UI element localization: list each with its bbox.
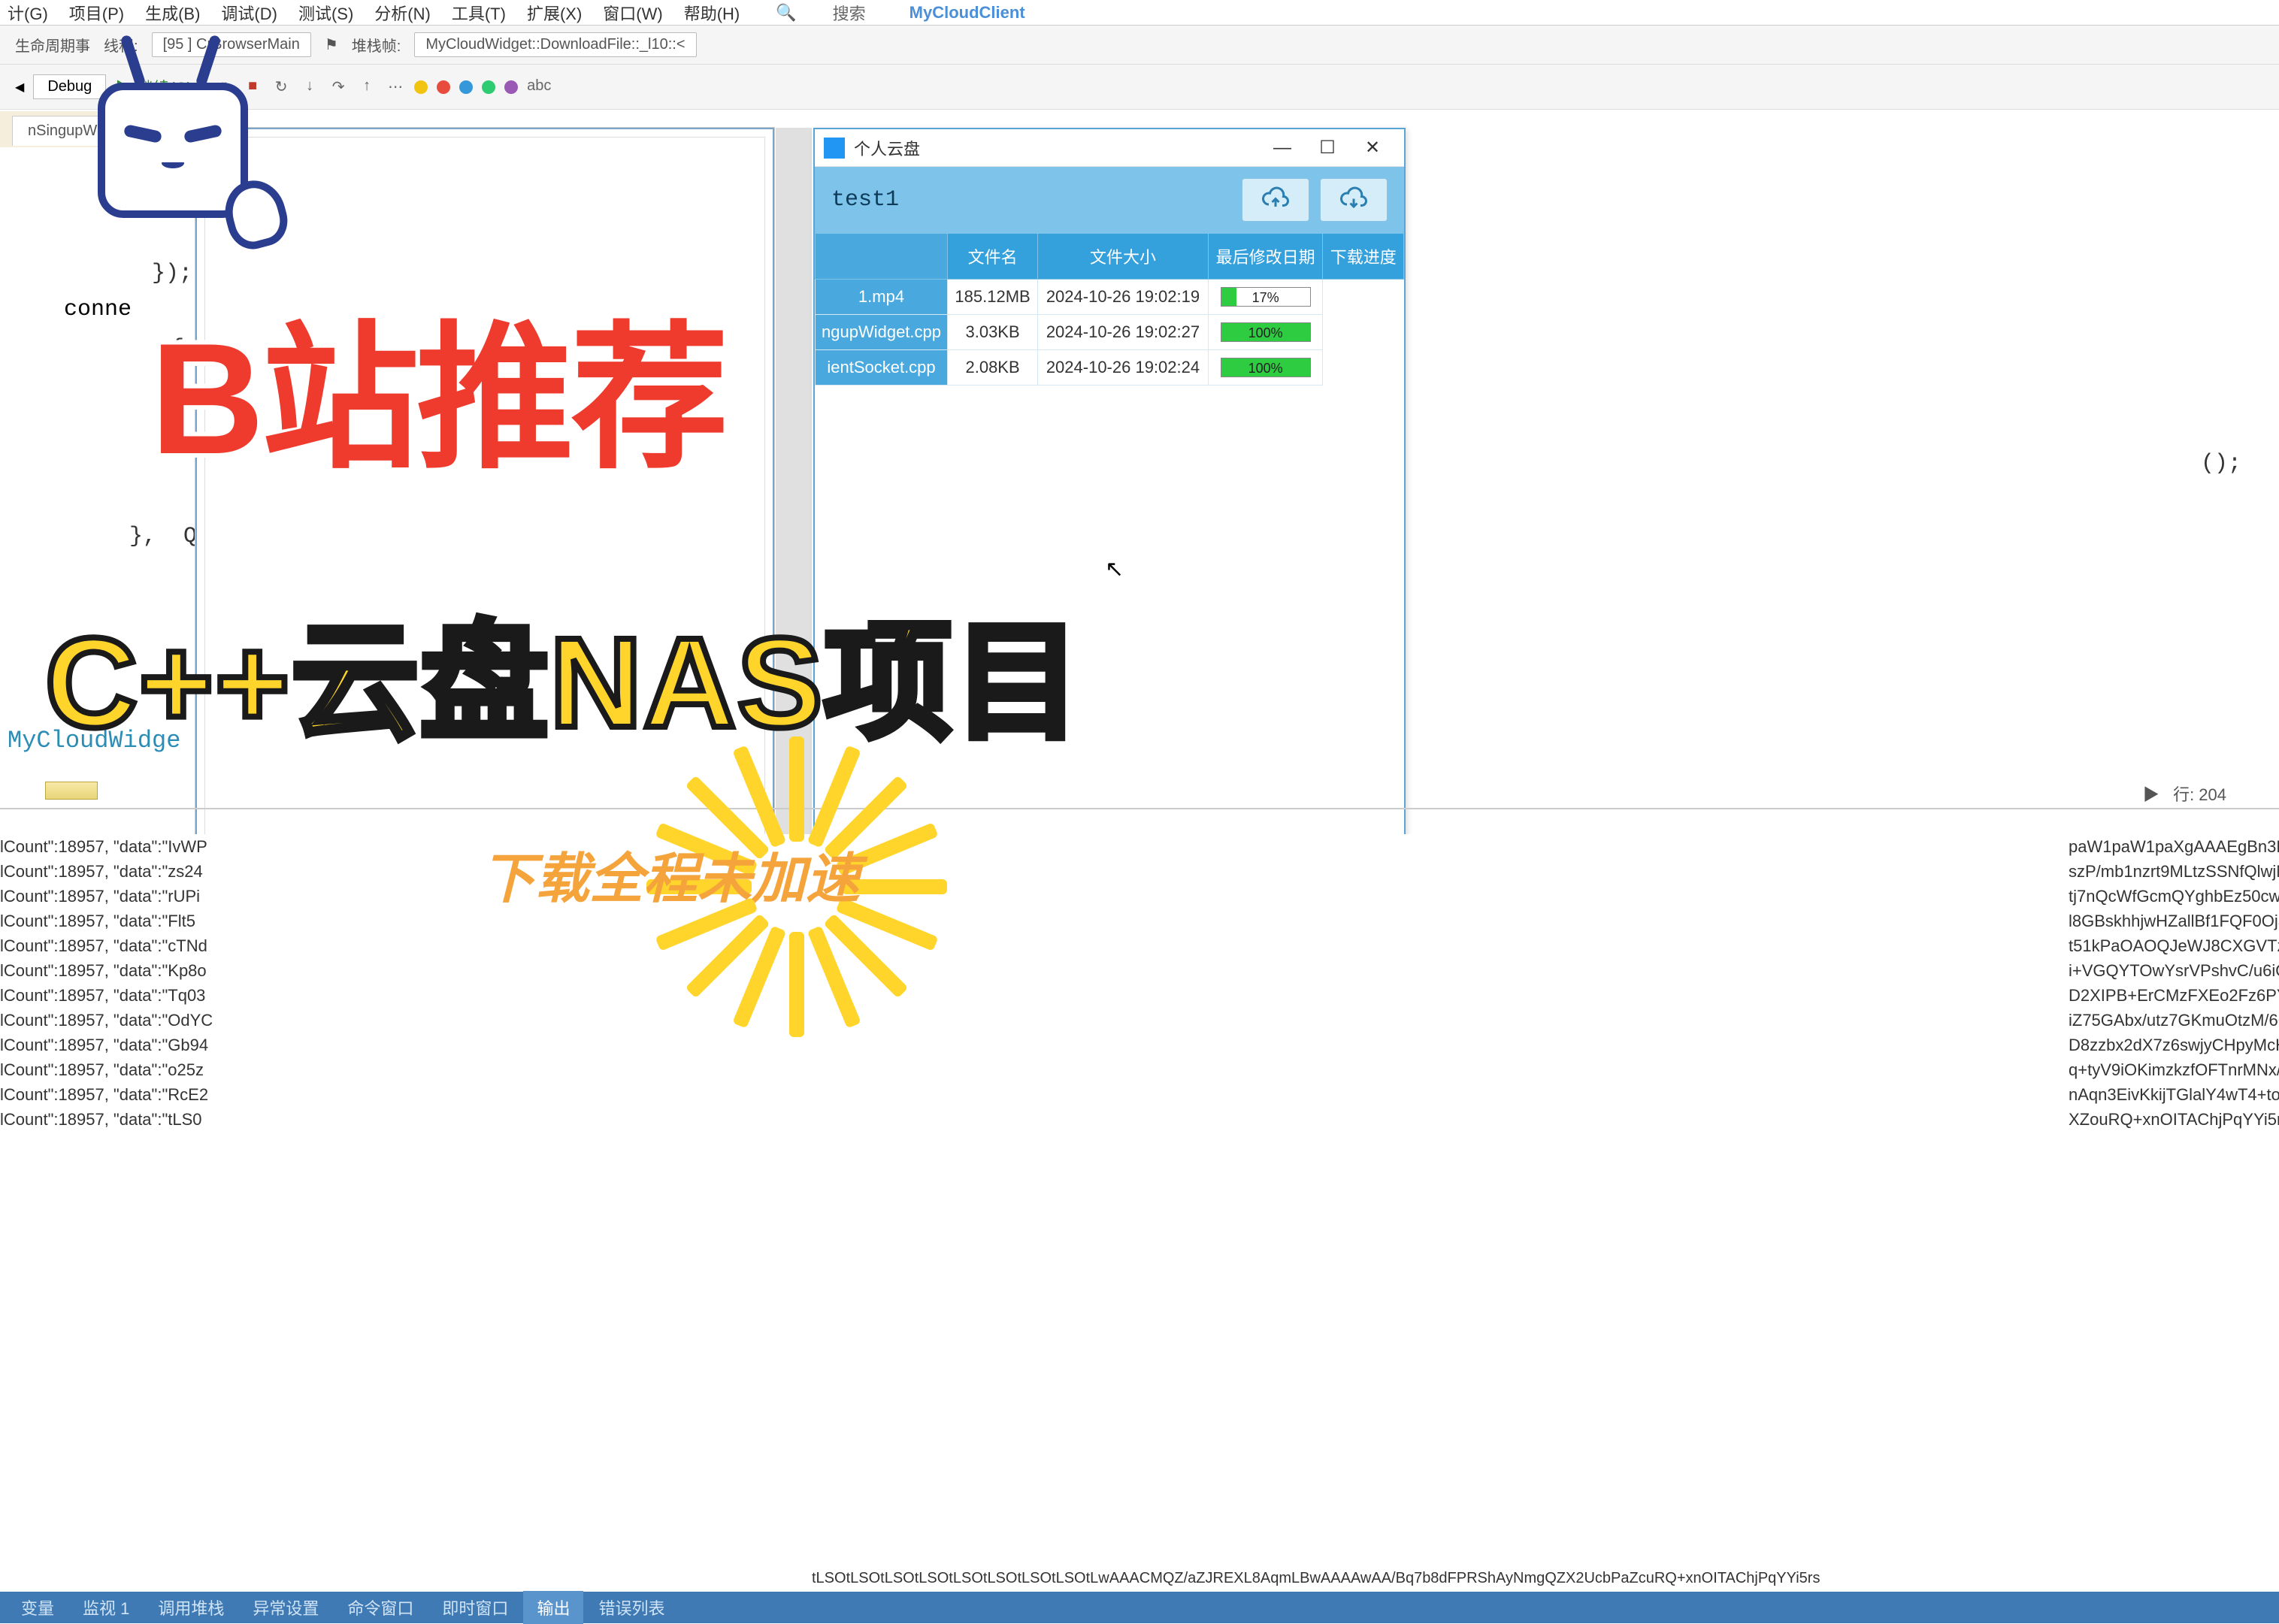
color-swatch-blue[interactable] — [459, 80, 473, 94]
download-button[interactable] — [1320, 178, 1388, 222]
col-progress[interactable]: 下载进度 — [1323, 234, 1404, 280]
cloud-upload-icon — [1262, 186, 1289, 213]
vs-toolbar-main: ◀ Debug ▶ 继续(C) ▾ ⏸ ■ ↻ ↓ ↷ ↑ ⋯ abc — [0, 65, 2279, 110]
step-into-icon[interactable]: ↓ — [300, 77, 319, 97]
app-title: MyCloudClient — [909, 3, 1025, 23]
search-icon[interactable]: 🔍 — [776, 3, 796, 23]
output-text-right: paW1paW1paXgAAAEgBn3FpEv8Aqp2N szP/mb1nz… — [2069, 834, 2279, 1592]
cell-size: 185.12MB — [948, 280, 1038, 315]
cloud-username: test1 — [831, 187, 1231, 213]
cloud-file-table: 文件名 文件大小 最后修改日期 下载进度 1.mp4 185.12MB 2024… — [815, 233, 1404, 386]
code-text: (); — [2201, 451, 2241, 476]
cloud-titlebar[interactable]: 个人云盘 — ☐ ✕ — [815, 129, 1404, 167]
cloud-download-icon — [1340, 186, 1367, 213]
stackframe-combo[interactable]: MyCloudWidget::DownloadFile::_l10::< — [414, 32, 696, 57]
cell-size: 2.08KB — [948, 350, 1038, 386]
step-over-icon[interactable]: ↷ — [328, 77, 348, 97]
back-icon[interactable]: ◀ — [15, 80, 24, 95]
code-text: conne — [64, 292, 132, 328]
cell-date: 2024-10-26 19:02:27 — [1038, 315, 1209, 350]
search-placeholder[interactable]: 搜索 — [833, 1, 866, 25]
cell-progress: 17% — [1208, 280, 1323, 315]
scroll-indicator — [45, 782, 98, 800]
cell-filename: ientSocket.cpp — [816, 350, 948, 386]
col-modified[interactable]: 最后修改日期 — [1208, 234, 1323, 280]
cloud-app-title: 个人云盘 — [854, 136, 1260, 160]
menu-item[interactable]: 计(G) — [8, 1, 48, 25]
bottom-tab[interactable]: 命令窗口 — [334, 1591, 427, 1624]
bottom-tab[interactable]: 输出 — [523, 1591, 583, 1624]
maximize-button[interactable]: ☐ — [1305, 137, 1350, 159]
table-row[interactable]: ientSocket.cpp 2.08KB 2024-10-26 19:02:2… — [816, 350, 1404, 386]
mouse-cursor-icon: ↖ — [1105, 556, 1124, 582]
menu-item[interactable]: 工具(T) — [452, 1, 506, 25]
bilibili-mascot-icon — [83, 30, 286, 256]
cell-progress: 100% — [1208, 315, 1323, 350]
cell-progress: 100% — [1208, 350, 1323, 386]
cell-filename: ngupWidget.cpp — [816, 315, 948, 350]
menu-item[interactable]: 生成(B) — [145, 1, 200, 25]
status-line: ▶ 行: 204 — [2143, 782, 2226, 806]
upload-button[interactable] — [1242, 178, 1309, 222]
vs-toolbar-debug: 生命周期事 线程: [95 ] CrBrowserMain ⚑ 堆栈帧: MyC… — [0, 26, 2279, 65]
col-checkbox[interactable] — [816, 234, 948, 280]
step-out-icon[interactable]: ↑ — [357, 77, 377, 97]
col-filename[interactable]: 文件名 — [948, 234, 1038, 280]
lifecycle-label: 生命周期事 — [15, 34, 90, 56]
menu-item[interactable]: 分析(N) — [374, 1, 431, 25]
color-swatch-red[interactable] — [437, 80, 450, 94]
color-swatch-yellow[interactable] — [414, 80, 428, 94]
flag-icon[interactable]: ⚑ — [325, 35, 338, 54]
menu-item[interactable]: 扩展(X) — [527, 1, 582, 25]
table-row[interactable]: ngupWidget.cpp 3.03KB 2024-10-26 19:02:2… — [816, 315, 1404, 350]
menu-item[interactable]: 测试(S) — [298, 1, 353, 25]
bottom-tab[interactable]: 即时窗口 — [428, 1591, 522, 1624]
bottom-tab[interactable]: 错误列表 — [585, 1591, 678, 1624]
bottom-tab[interactable]: 变量 — [8, 1591, 68, 1624]
menu-item[interactable]: 帮助(H) — [684, 1, 740, 25]
stackframe-label: 堆栈帧: — [352, 34, 401, 56]
bottom-tab-strip: 变量监视 1调用堆栈异常设置命令窗口即时窗口输出错误列表 — [0, 1592, 2279, 1623]
overlay-subtitle: 下载全程未加速 — [481, 834, 860, 913]
cloud-toolbar: test1 — [815, 167, 1404, 233]
bottom-tab[interactable]: 异常设置 — [239, 1591, 332, 1624]
output-text-bottom: tLSOtLSOtLSOtLSOtLSOtLSOtLSOtLSOtLwAAACM… — [812, 1570, 2279, 1587]
code-text: }, Qt — [75, 519, 210, 555]
menu-item[interactable]: 窗口(W) — [603, 1, 662, 25]
panel-divider[interactable] — [0, 808, 2279, 809]
close-button[interactable]: ✕ — [1350, 137, 1395, 159]
overlay-title-red: B站推荐 — [150, 271, 726, 499]
cloud-app-icon — [824, 138, 845, 159]
bottom-tab[interactable]: 调用堆栈 — [144, 1591, 238, 1624]
toolbar-icon[interactable]: ⋯ — [386, 77, 405, 97]
table-row[interactable]: 1.mp4 185.12MB 2024-10-26 19:02:19 17% — [816, 280, 1404, 315]
cell-date: 2024-10-26 19:02:24 — [1038, 350, 1209, 386]
output-panel[interactable]: lCount":18957, "data":"IvWP lCount":1895… — [0, 834, 2279, 1592]
minimize-button[interactable]: — — [1260, 138, 1305, 159]
menu-item[interactable]: 项目(P) — [69, 1, 124, 25]
color-swatch-green[interactable] — [482, 80, 495, 94]
overlay-title-yellow: C++云盘NAS项目 — [45, 579, 1082, 764]
menu-item[interactable]: 调试(D) — [221, 1, 277, 25]
output-text-left: lCount":18957, "data":"IvWP lCount":1895… — [0, 834, 188, 1592]
cell-date: 2024-10-26 19:02:19 — [1038, 280, 1209, 315]
toolbar-icon[interactable]: abc — [527, 77, 546, 97]
color-swatch-purple[interactable] — [504, 80, 518, 94]
col-filesize[interactable]: 文件大小 — [1038, 234, 1209, 280]
bottom-tab[interactable]: 监视 1 — [69, 1591, 143, 1624]
cell-size: 3.03KB — [948, 315, 1038, 350]
cell-filename: 1.mp4 — [816, 280, 948, 315]
vs-menu-bar: 计(G) 项目(P) 生成(B) 调试(D) 测试(S) 分析(N) 工具(T)… — [0, 0, 2279, 26]
